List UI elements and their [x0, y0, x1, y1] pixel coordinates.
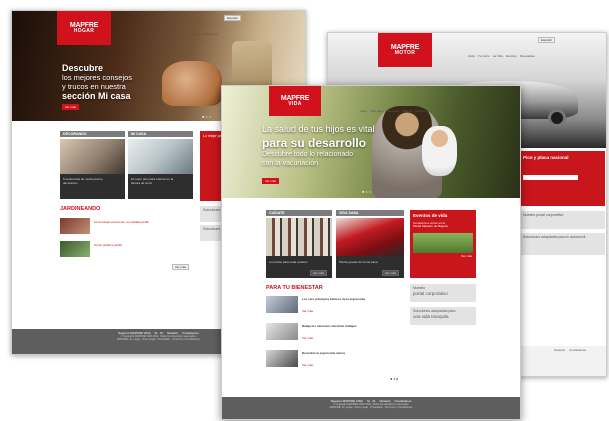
hogar-jardineando-title: JARDINEANDO — [60, 206, 101, 212]
vida-article-title-3[interactable]: Descubre la ergonomía eterna — [302, 352, 345, 356]
vida-thumb-more-2[interactable]: Ver más — [382, 270, 400, 276]
vida-thumb-caption-1: Los todos para cada ocasión Ver más — [266, 256, 332, 278]
vida-article-title-2[interactable]: Relaja los músculos mientras trabajas — [302, 325, 357, 329]
hogar-logo[interactable]: MAPFRE HOGAR — [57, 11, 111, 45]
motor-logo[interactable]: MAPFRE MOTOR — [378, 33, 432, 67]
vida-nav-item[interactable]: Vida Sana — [370, 109, 384, 113]
motor-nav-item[interactable]: Eventos — [506, 54, 517, 58]
motor-red-panel-input[interactable] — [523, 174, 578, 180]
vida-page: La salud de tus hijos es vital para su d… — [221, 85, 521, 420]
hogar-section-mi-casa[interactable]: MI CASA — [128, 131, 193, 137]
vida-events-title: Eventos de vida — [413, 213, 448, 218]
vida-article-title-1[interactable]: Los seis principios básicos de la ergono… — [302, 298, 365, 302]
motor-nav-item[interactable]: La Vida — [493, 54, 503, 58]
motor-gray-box-2[interactable]: Soluciones adaptadas para tu automóvil — [520, 233, 605, 255]
hogar-caption-text: El mejor plan para ahorrar en la factura… — [131, 177, 174, 185]
motor-logo-product: MOTOR — [394, 49, 416, 56]
hogar-hero-line-3: y trucos en nuestra — [62, 82, 126, 91]
vida-article-more-3[interactable]: Ver más — [302, 364, 313, 368]
hogar-nav-item[interactable]: Mi Casa — [157, 32, 168, 36]
hogar-thumb-caption-2: El mejor plan para ahorrar en la factura… — [128, 174, 193, 199]
hogar-main-nav: Inicio Mi Casa Jardineando Cocina Decora… — [147, 32, 218, 36]
vida-thumb-caption-2: Pierde grasas de forma sana Ver más — [336, 256, 404, 278]
vida-hero-line-1: La salud de tus hijos es vital — [262, 124, 375, 134]
vida-thumb-cuidate[interactable] — [266, 218, 332, 256]
vida-section-vida-sana[interactable]: VIDA SANA — [336, 210, 404, 216]
vida-hero-dots[interactable]: ●○○ — [362, 189, 372, 194]
vida-article-photo-1[interactable] — [266, 296, 298, 313]
vida-main-nav: Inicio Vida Sana Bienestar Belleza Event… — [360, 109, 426, 113]
hogar-nav-item[interactable]: Jardineando — [171, 32, 188, 36]
vida-nav-item[interactable]: Belleza — [403, 109, 413, 113]
motor-gray-box-1[interactable]: Nuestro portal corporativo — [520, 211, 605, 229]
vida-hero-line-3: Descubre todo lo relacionado — [262, 151, 354, 158]
brochure-composition: Descubre los mejores consejos y trucos e… — [0, 0, 609, 421]
motor-red-panel[interactable]: Pico y placa nacional — [520, 151, 605, 206]
hogar-thumb-caption-1: 5 tendencias de moda para tu decoración — [60, 174, 125, 199]
vida-hero-banner: La salud de tus hijos es vital para su d… — [222, 86, 520, 198]
vida-article-photo-2[interactable] — [266, 323, 298, 340]
vida-footer-copy-2: MAPFRE, Av. Legal · Aviso Legal · Privac… — [329, 406, 413, 410]
motor-nav-item[interactable]: Novedades — [520, 54, 535, 58]
vida-pager[interactable]: ◂ 1 ▸ — [390, 376, 398, 381]
hogar-hero-photo-hand — [162, 61, 222, 106]
hogar-nav-item[interactable]: Inicio — [147, 32, 154, 36]
hogar-section-decorando[interactable]: DECORANDO — [60, 131, 125, 137]
vida-thumb-vida-sana[interactable] — [336, 218, 404, 256]
motor-main-nav: Inicio Tu Carro La Vida Eventos Novedade… — [468, 54, 535, 58]
vida-nav-item[interactable]: Eventos — [415, 109, 426, 113]
vida-gray-box-2-line-2: una vida tranquila — [413, 313, 449, 319]
hogar-hero-more-button[interactable]: Ver más — [62, 104, 80, 110]
vida-logo-product: VIDA — [288, 100, 302, 107]
hogar-more-button[interactable]: Ver más — [172, 264, 190, 270]
vida-gray-box-1[interactable]: Nuestro portal corporativo — [410, 284, 476, 302]
hogar-language-selector[interactable]: Español — [224, 15, 241, 21]
footer-link[interactable]: Contactanos — [569, 348, 586, 352]
vida-caption-text: Pierde grasas de forma sana — [339, 260, 378, 264]
vida-hero-more-button[interactable]: Ver más — [262, 178, 280, 184]
hogar-hero-line-2: los mejores consejos — [62, 73, 133, 82]
motor-nav-item[interactable]: Inicio — [468, 54, 475, 58]
vida-events-text-2: Media Maratón de Bogotá — [413, 225, 448, 229]
vida-gray-box-2[interactable]: Soluciones adaptadas para una vida tranq… — [410, 307, 476, 325]
vida-article-more-2[interactable]: Ver más — [302, 337, 313, 341]
hogar-hero-dots[interactable]: ●○○ — [202, 114, 212, 119]
vida-nav-item[interactable]: Bienestar — [387, 109, 400, 113]
vida-events-photo[interactable] — [413, 233, 473, 254]
vida-gray-box-1-line-2: portal corporativo — [413, 290, 448, 296]
vida-article-more-1[interactable]: Ver más — [302, 310, 313, 314]
vida-nav-item[interactable]: Inicio — [360, 109, 367, 113]
vida-logo[interactable]: MAPFRE VIDA — [269, 86, 321, 116]
vida-events-more[interactable]: Ver más — [410, 253, 476, 261]
hogar-article-photo-1[interactable] — [60, 218, 90, 234]
vida-section-cuidate[interactable]: CUÍDATE — [266, 210, 332, 216]
vida-hero-line-4: con la vacunación — [262, 160, 319, 167]
hogar-hero-line-1: Descubre — [62, 63, 104, 73]
footer-link[interactable]: Glosario — [554, 348, 565, 352]
motor-red-panel-title: Pico y placa nacional — [523, 155, 569, 160]
vida-events-panel[interactable]: Eventos de vida Comienza a correr en la … — [410, 210, 476, 278]
vida-footer: Seguros MAPFRE VIDA Sí · Sí Glosario Con… — [222, 397, 520, 419]
vida-hero-line-2: para su desarrollo — [262, 136, 367, 150]
hogar-caption-text: 5 tendencias de moda para tu decoración — [63, 177, 103, 185]
hogar-article-title-1[interactable]: 10 Consejos para tener un cuidado jardín — [94, 221, 149, 225]
vida-bienestar-title: PARA TU BIENESTAR — [266, 285, 323, 291]
hogar-article-photo-2[interactable] — [60, 241, 90, 257]
vida-hero-photo-child — [422, 126, 457, 176]
vida-article-photo-3[interactable] — [266, 350, 298, 367]
hogar-article-title-2[interactable]: Cómo podar tu jardín — [94, 244, 122, 248]
motor-language-selector[interactable]: Español — [538, 37, 555, 43]
hogar-logo-product: HOGAR — [73, 27, 95, 34]
hogar-nav-item[interactable]: Decorando — [203, 32, 218, 36]
vida-thumb-more-1[interactable]: Ver más — [310, 270, 328, 276]
motor-hero-wheel-rear — [548, 109, 566, 127]
motor-nav-item[interactable]: Tu Carro — [478, 54, 490, 58]
hogar-hero-line-4: sección Mi casa — [62, 91, 131, 101]
hogar-nav-item[interactable]: Cocina — [191, 32, 200, 36]
hogar-thumb-mi-casa[interactable] — [128, 139, 193, 174]
hogar-thumb-decorando[interactable] — [60, 139, 125, 174]
vida-caption-text: Los todos para cada ocasión — [269, 260, 308, 264]
